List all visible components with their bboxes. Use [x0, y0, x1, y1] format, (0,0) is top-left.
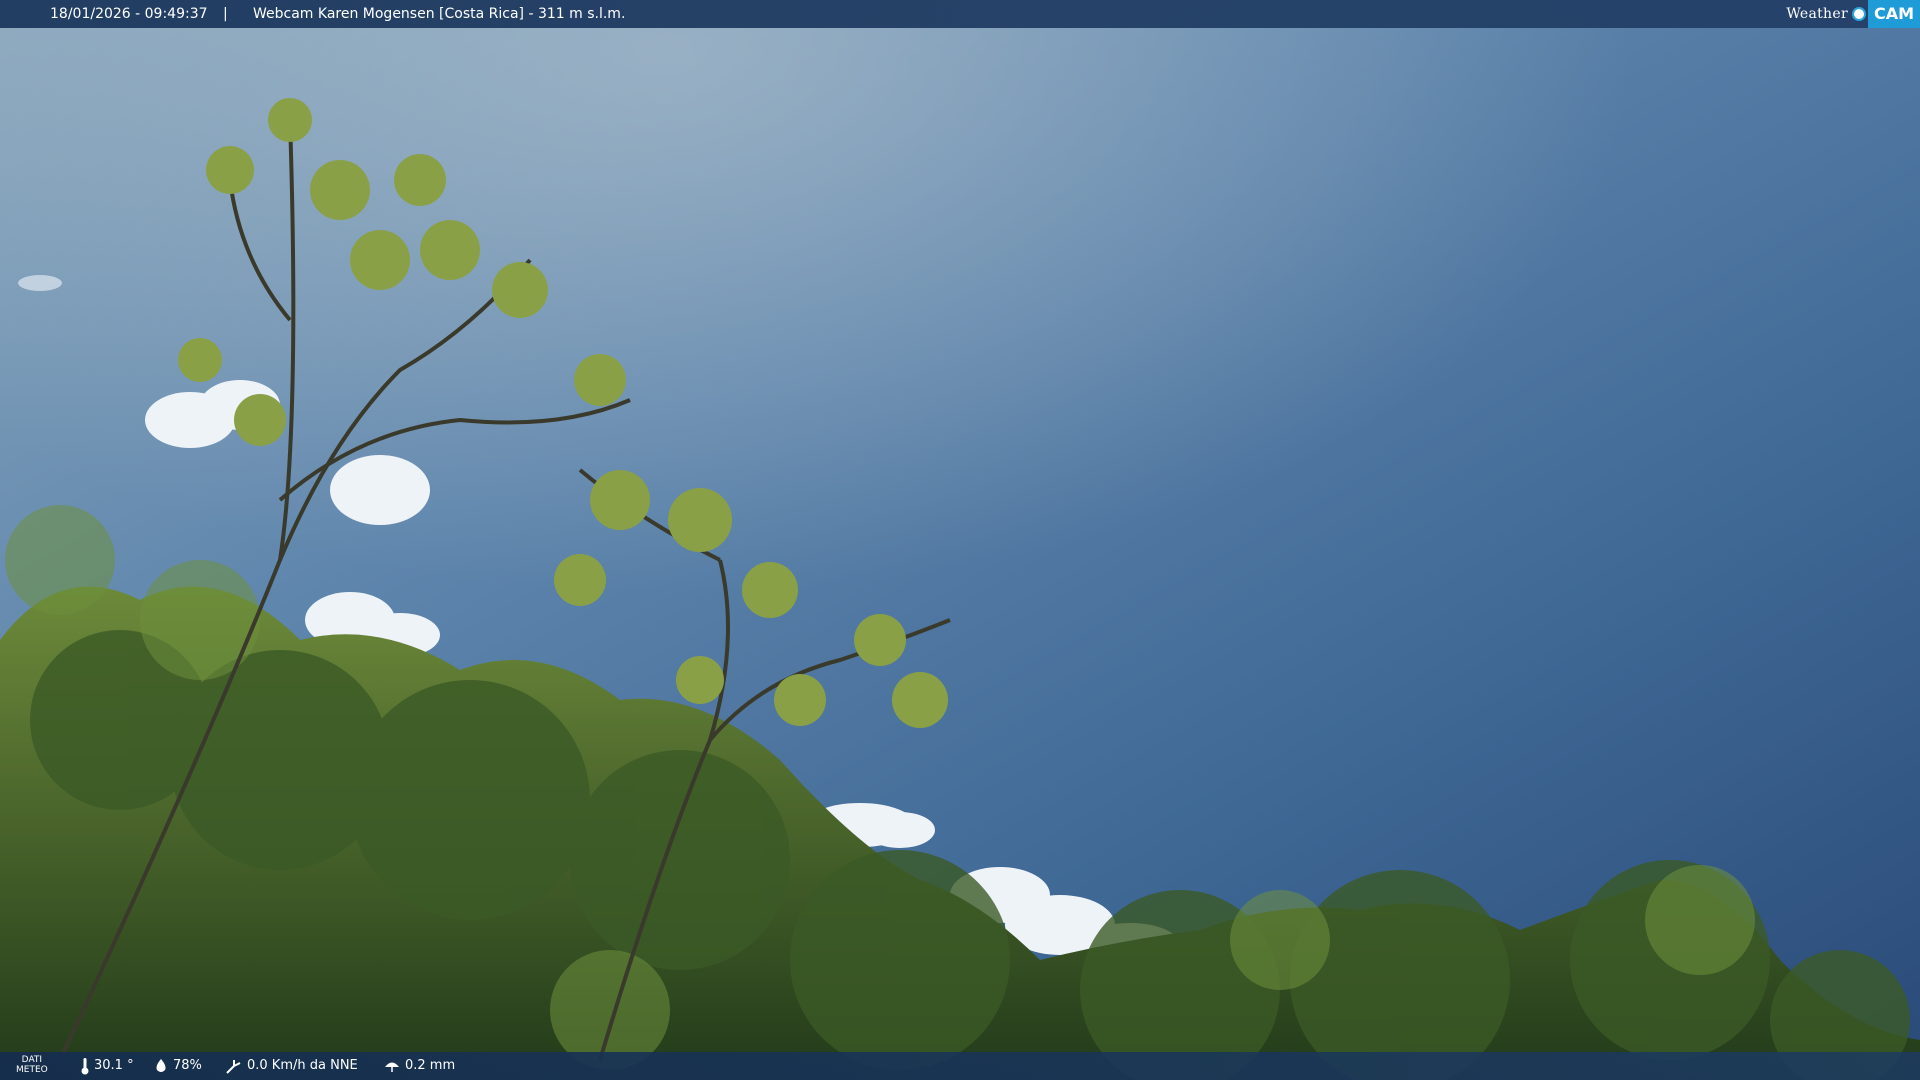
- wind-item: 0.0 Km/h da NNE: [225, 1052, 358, 1080]
- timestamp: 18/01/2026 - 09:49:37: [50, 6, 208, 22]
- temperature-value: 30.1 °: [94, 1058, 134, 1073]
- humidity-item: 78%: [153, 1052, 202, 1080]
- webcam-title: Webcam Karen Mogensen [Costa Rica] - 311…: [253, 6, 626, 22]
- webcam-scene: [0, 0, 1920, 1080]
- humidity-value: 78%: [173, 1058, 202, 1073]
- logo-cam-text: CAM: [1867, 0, 1920, 28]
- webcam-frame: 18/01/2026 - 09:49:37 | Webcam Karen Mog…: [0, 0, 1920, 1080]
- temperature-item: 30.1 °: [80, 1052, 134, 1080]
- rain-value: 0.2 mm: [405, 1058, 456, 1073]
- logo-dot-icon: [1851, 7, 1866, 21]
- meteo-label: DATI METEO: [16, 1055, 48, 1075]
- wind-icon: [226, 1060, 241, 1074]
- top-info-bar: 18/01/2026 - 09:49:37 | Webcam Karen Mog…: [0, 0, 1920, 28]
- rain-item: 0.2 mm: [383, 1052, 455, 1080]
- wind-value: 0.0 Km/h da NNE: [247, 1058, 358, 1073]
- weathercam-logo[interactable]: Weather CAM: [1786, 0, 1920, 28]
- rain-icon: [385, 1062, 399, 1072]
- humidity-drop-icon: [156, 1059, 166, 1072]
- thermometer-icon: [81, 1058, 89, 1075]
- bottom-weather-bar: DATI METEO 30.1 ° 78% 0.0 Km/h da NNE 0.…: [0, 1052, 1920, 1080]
- logo-weather-text: Weather: [1786, 6, 1848, 22]
- separator: |: [223, 6, 228, 22]
